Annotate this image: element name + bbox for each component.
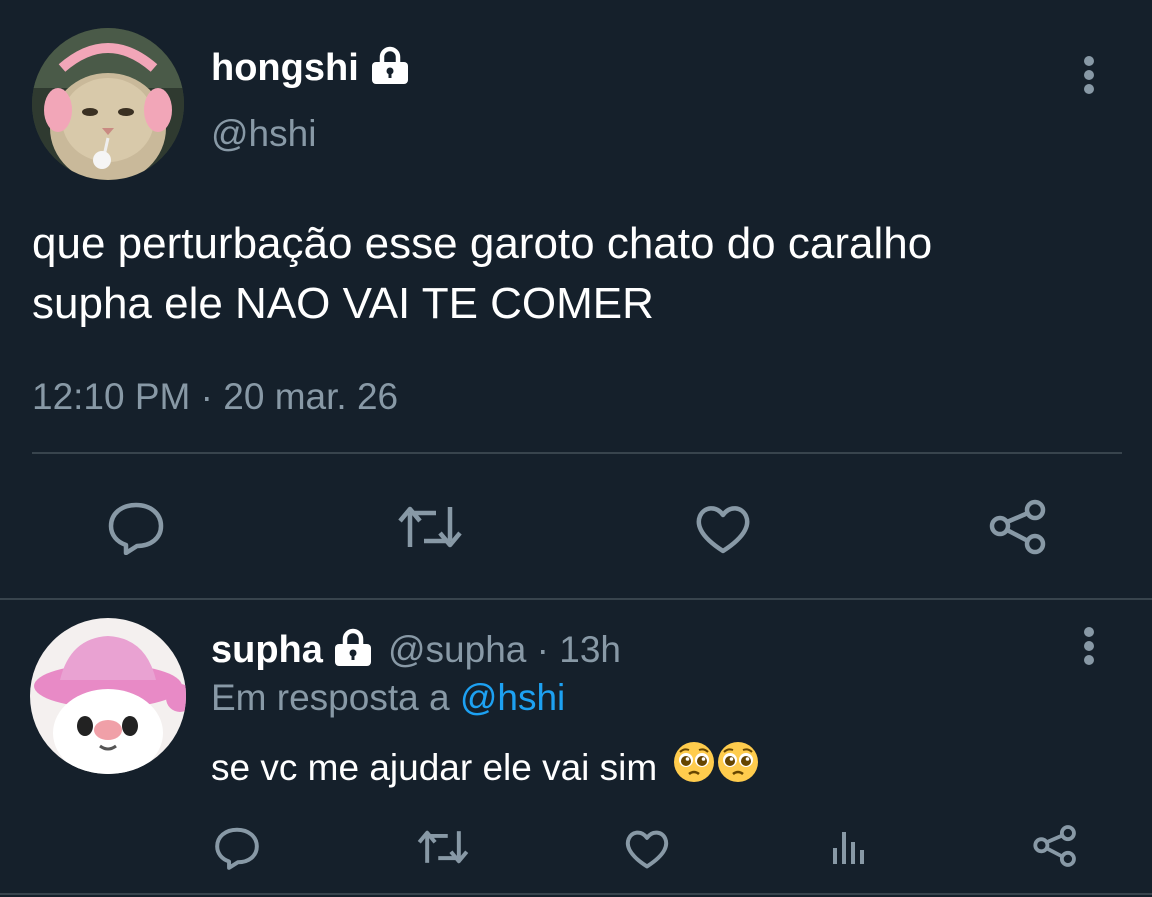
retweet-icon[interactable] (396, 503, 464, 551)
more-vertical-icon[interactable] (1078, 55, 1100, 97)
avatar-supha[interactable] (30, 618, 186, 774)
reply-header: supha (211, 628, 323, 672)
tweet-timestamp[interactable]: 12:10 PM · 20 mar. 26 (32, 375, 398, 419)
tweet-separator: · (200, 376, 213, 417)
lock-icon (369, 44, 411, 86)
reply-meta: @supha · 13h (388, 628, 621, 672)
reply-icon[interactable] (107, 501, 165, 555)
display-name-supha[interactable]: supha (211, 629, 323, 671)
analytics-icon[interactable] (830, 826, 870, 866)
like-icon[interactable] (624, 828, 670, 870)
tweet-text-line-1: que perturbação esse garoto chato do car… (32, 219, 933, 268)
like-icon[interactable] (694, 503, 752, 555)
share-icon[interactable] (988, 498, 1048, 556)
reply-separator: · (536, 629, 549, 670)
retweet-icon[interactable] (416, 828, 470, 866)
pleading-face-emoji (716, 740, 760, 796)
share-icon[interactable] (1032, 824, 1078, 868)
divider (0, 598, 1152, 600)
pleading-face-emoji (672, 740, 716, 796)
tweet-date: 20 mar. 26 (223, 376, 399, 417)
handle-hshi[interactable]: @hshi (211, 112, 316, 156)
avatar-hongshi[interactable] (32, 28, 184, 180)
mention-link[interactable]: @hshi (460, 677, 565, 718)
display-name-hongshi[interactable]: hongshi (211, 45, 359, 91)
tweet-text: que perturbação esse garoto chato do car… (32, 214, 932, 334)
handle-supha[interactable]: @supha (388, 629, 526, 670)
tweet-time: 12:10 PM (32, 376, 191, 417)
divider (32, 452, 1122, 454)
reply-text-content: se vc me ajudar ele vai sim (211, 747, 658, 788)
more-vertical-icon[interactable] (1078, 626, 1100, 668)
tweet-text-line-2: supha ele NAO VAI TE COMER (32, 279, 654, 328)
reply-icon[interactable] (214, 826, 260, 870)
replying-to: Em resposta a @hshi (211, 676, 565, 720)
replying-to-label: Em resposta a (211, 677, 450, 718)
reply-text: se vc me ajudar ele vai sim (211, 740, 760, 796)
lock-icon (332, 626, 374, 668)
reply-age[interactable]: 13h (559, 629, 621, 670)
divider (0, 893, 1152, 895)
